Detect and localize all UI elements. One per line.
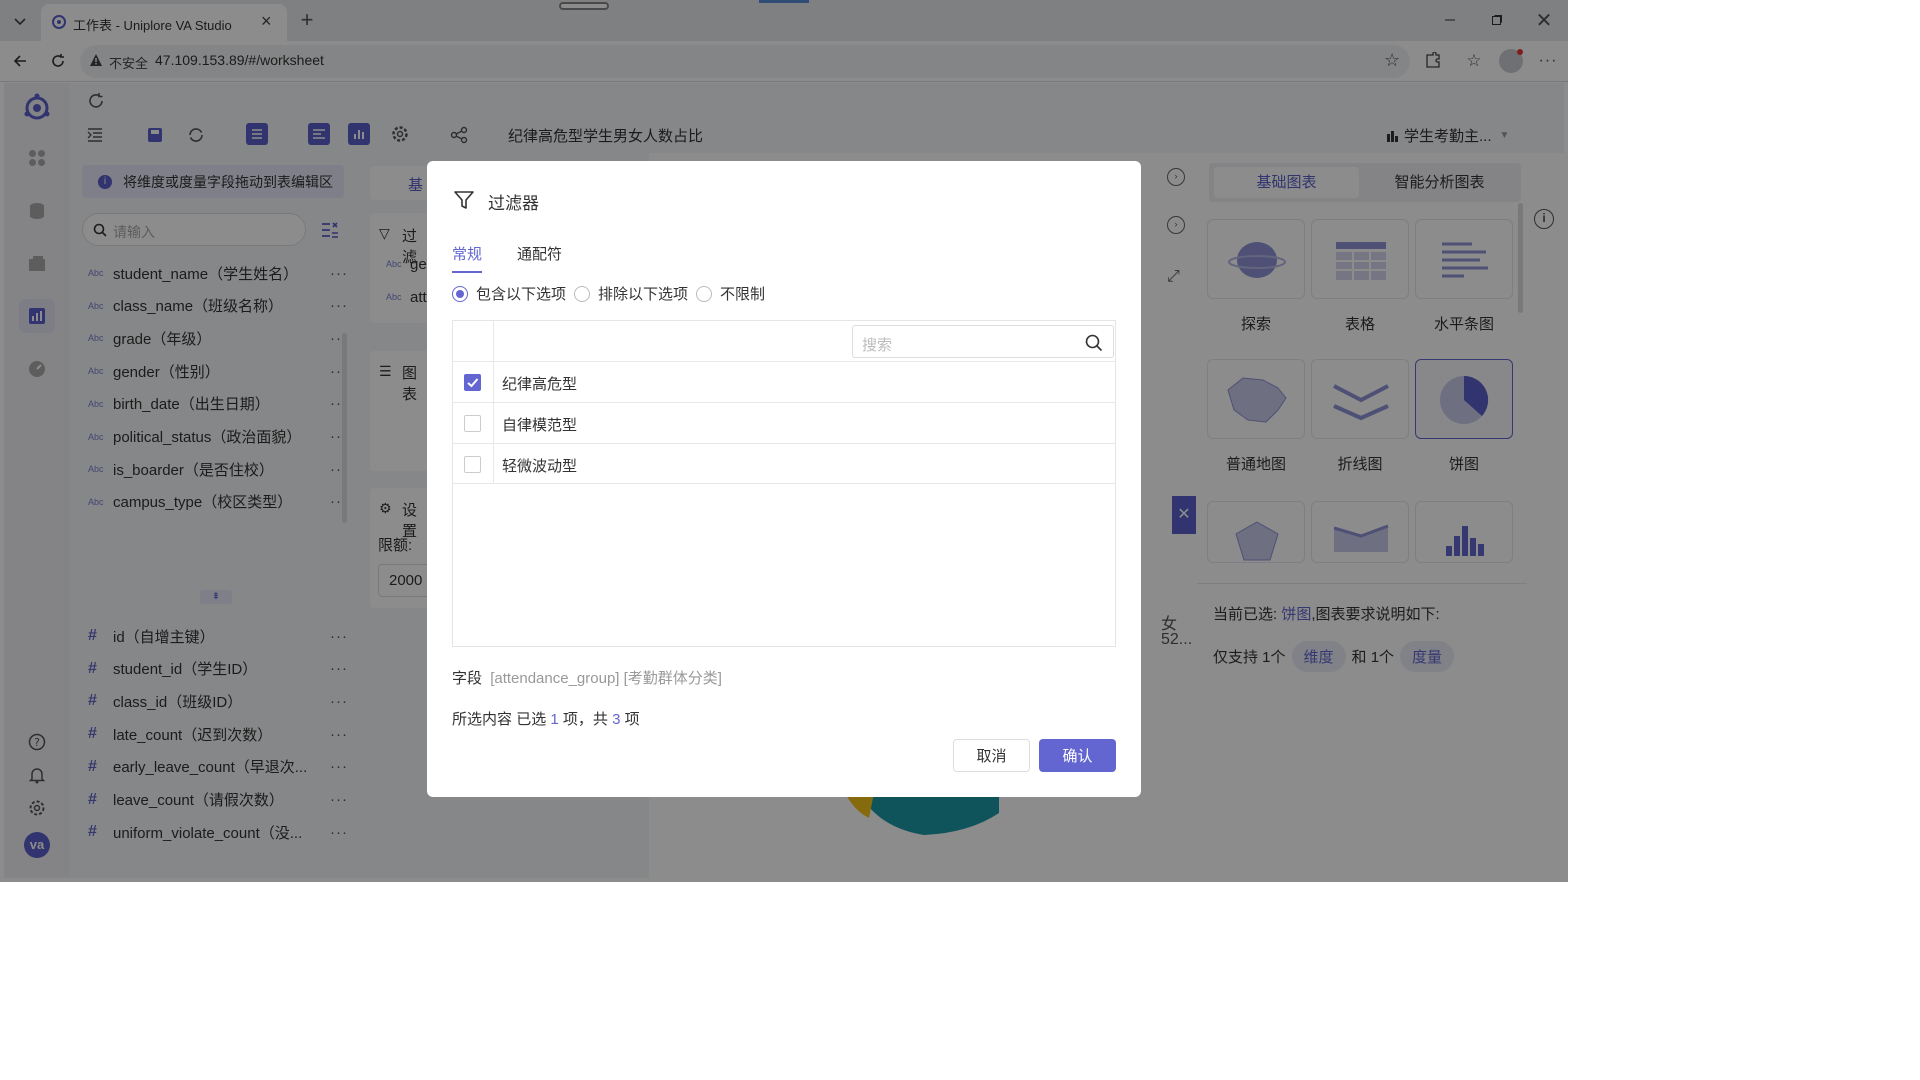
list-bottom-border	[453, 483, 1115, 484]
tab-general[interactable]: 常规	[452, 243, 483, 273]
selection-text-c: 项	[624, 711, 640, 728]
filter-option-list: 搜索 纪律高危型自律模范型轻微波动型	[452, 320, 1116, 647]
checkbox-unchecked[interactable]	[464, 415, 481, 432]
filter-option-label: 轻微波动型	[502, 458, 578, 475]
filter-option-row[interactable]: 纪律高危型	[453, 361, 1115, 402]
radio-exclude-label: 排除以下选项	[598, 286, 689, 303]
radio-exclude[interactable]: 排除以下选项	[574, 283, 688, 304]
radio-include[interactable]: 包含以下选项	[452, 283, 566, 304]
filter-dialog: 过滤器 常规 通配符 包含以下选项 排除以下选项 不限制 搜索 纪律高危型自律模…	[427, 161, 1141, 797]
tab-wildcard[interactable]: 通配符	[517, 243, 562, 264]
radio-unrestricted[interactable]: 不限制	[696, 283, 765, 304]
radio-include-dot	[452, 285, 468, 302]
field-info: 字段 [attendance_group] [考勤群体分类]	[452, 667, 722, 688]
option-search-input[interactable]: 搜索	[852, 325, 1114, 358]
option-search-placeholder: 搜索	[862, 337, 893, 354]
radio-unrestricted-dot	[696, 285, 713, 302]
filter-funnel-icon	[453, 189, 475, 211]
confirm-button[interactable]: 确认	[1039, 739, 1116, 772]
search-icon[interactable]	[1085, 334, 1103, 352]
checkbox-unchecked[interactable]	[464, 456, 481, 473]
filter-mode-radios: 包含以下选项 排除以下选项 不限制	[452, 283, 773, 304]
radio-unrestricted-label: 不限制	[720, 286, 766, 303]
filter-option-label: 纪律高危型	[502, 376, 578, 393]
field-info-label: 字段	[452, 670, 483, 687]
radio-exclude-dot	[574, 285, 591, 302]
checkbox-checked[interactable]	[464, 374, 481, 391]
total-count: 3	[612, 711, 621, 728]
dialog-title: 过滤器	[488, 194, 539, 213]
radio-include-label: 包含以下选项	[476, 286, 567, 303]
selection-text-a: 已选	[516, 711, 547, 728]
selection-label: 所选内容	[452, 711, 513, 728]
filter-option-row[interactable]: 轻微波动型	[453, 443, 1115, 484]
filter-option-label: 自律模范型	[502, 417, 578, 434]
selection-summary: 所选内容 已选 1 项，共 3 项	[452, 708, 640, 729]
filter-option-row[interactable]: 自律模范型	[453, 402, 1115, 443]
cancel-button[interactable]: 取消	[953, 739, 1030, 772]
selection-text-b: 项，共	[562, 711, 608, 728]
selected-count: 1	[550, 711, 559, 728]
field-info-value: [attendance_group] [考勤群体分类]	[490, 670, 722, 687]
